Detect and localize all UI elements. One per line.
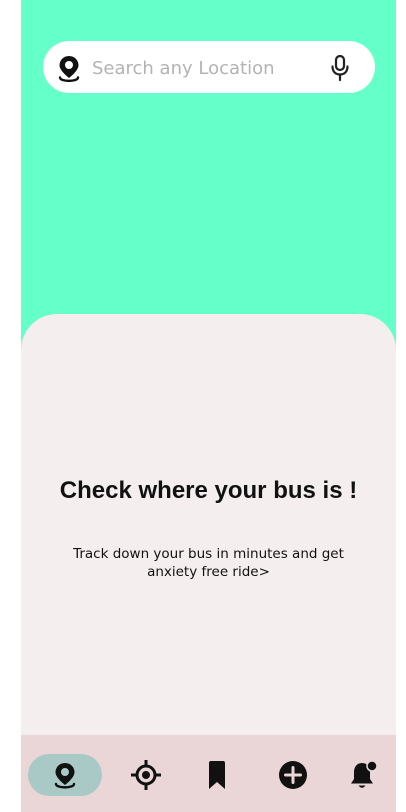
nav-item-notifications[interactable] <box>346 754 382 796</box>
app-screen: Check where your bus is ! Track down you… <box>21 0 396 812</box>
location-pin-icon <box>56 54 82 84</box>
notification-bell-icon <box>348 759 380 791</box>
nav-item-location[interactable] <box>28 754 102 796</box>
location-pin-icon <box>52 761 78 789</box>
add-circle-icon <box>278 760 308 790</box>
search-input[interactable] <box>92 54 312 82</box>
bottom-nav <box>21 735 396 812</box>
nav-item-saved[interactable] <box>201 754 233 796</box>
crosshair-icon <box>130 759 162 791</box>
microphone-icon[interactable] <box>329 54 351 82</box>
sheet-description: Track down your bus in minutes and get a… <box>73 546 344 580</box>
nav-item-add[interactable] <box>276 754 310 796</box>
sheet-title: Check where your bus is ! <box>59 477 358 504</box>
bookmark-icon <box>205 760 229 790</box>
nav-item-track[interactable] <box>129 754 163 796</box>
search-bar[interactable] <box>43 41 375 93</box>
